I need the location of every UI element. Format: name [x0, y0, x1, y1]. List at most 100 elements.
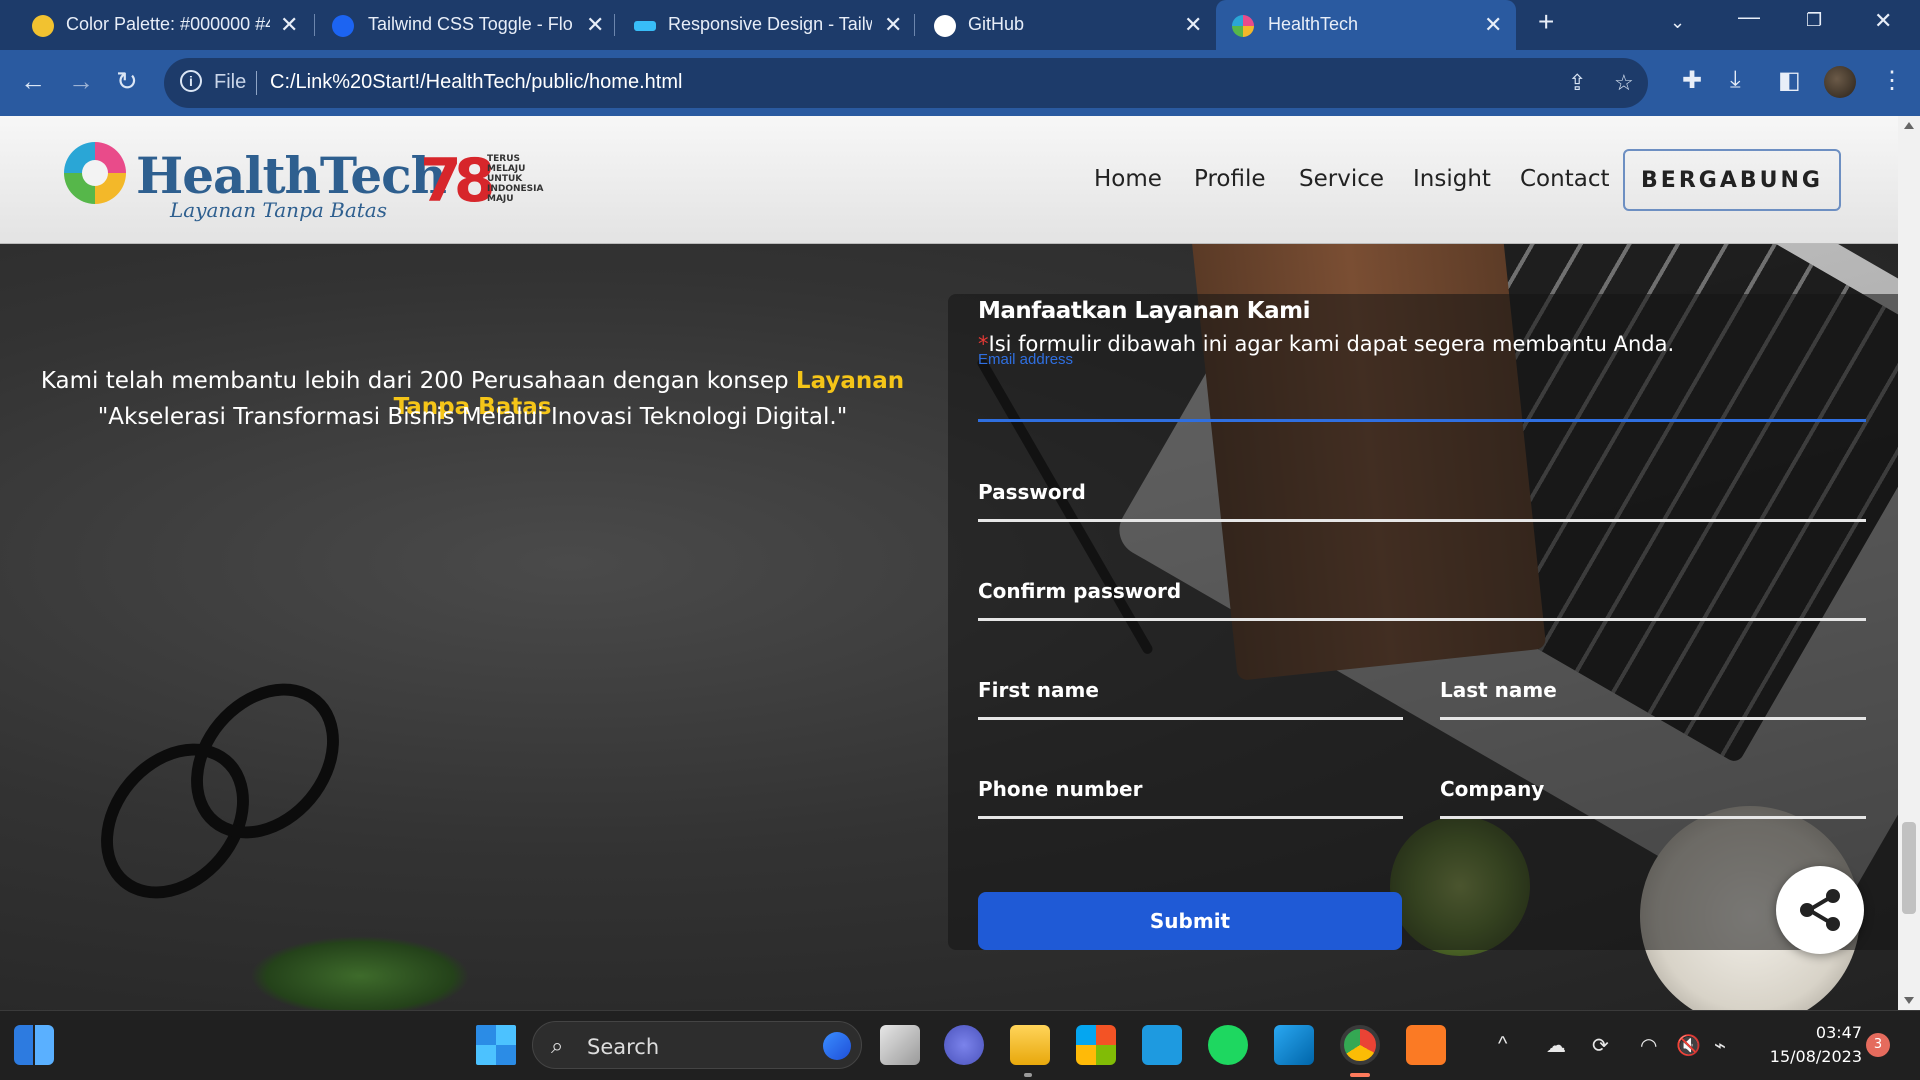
browser-tab-strip: Color Palette: #000000 #4 ✕ Tailwind CSS… — [0, 0, 1920, 50]
tab-divider — [914, 14, 915, 36]
tab-github[interactable]: GitHub ✕ — [918, 0, 1218, 50]
scroll-up-arrow-icon[interactable] — [1904, 122, 1914, 129]
clock-time: 03:47 — [1815, 1023, 1862, 1042]
browser-menu-icon[interactable]: ⋮ — [1880, 66, 1904, 95]
battery-charging-icon[interactable]: ⌁ — [1714, 1033, 1726, 1058]
form-subtitle: *Isi formulir dibawah ini agar kami dapa… — [978, 332, 1674, 356]
healthtech-favicon-icon — [1232, 15, 1254, 37]
tab-title: HealthTech — [1268, 14, 1359, 34]
address-divider — [256, 71, 257, 95]
tab-healthtech[interactable]: HealthTech ✕ — [1216, 0, 1516, 50]
volume-muted-icon[interactable]: 🔇 — [1676, 1033, 1701, 1058]
address-url[interactable]: C:/Link%20Start!/HealthTech/public/home.… — [270, 71, 682, 94]
back-arrow-icon[interactable]: ← — [20, 66, 46, 97]
clock-date: 15/08/2023 — [1769, 1047, 1862, 1066]
xampp-icon[interactable] — [1406, 1025, 1446, 1065]
windows-taskbar: ⌕ Search ^ ☁ ⟳ ◠ 🔇 ⌁ 03:47 15/08/2023 3 — [0, 1010, 1920, 1080]
scroll-down-arrow-icon[interactable] — [1904, 997, 1914, 1004]
close-tab-icon[interactable]: ✕ — [1484, 12, 1502, 38]
nav-link-profile[interactable]: Profile — [1194, 166, 1266, 192]
nav-link-home[interactable]: Home — [1094, 166, 1162, 192]
taskbar-search-box[interactable]: ⌕ Search — [532, 1021, 862, 1069]
file-explorer-icon[interactable] — [1010, 1025, 1050, 1065]
profile-avatar[interactable] — [1824, 66, 1856, 98]
logo-title[interactable]: HealthTech — [136, 146, 447, 205]
tab-title: Color Palette: #000000 #4 — [66, 14, 270, 34]
side-panel-icon[interactable]: ◧ — [1778, 66, 1801, 95]
new-tab-plus-icon[interactable]: + — [1538, 6, 1554, 38]
share-page-icon[interactable]: ⇪ — [1568, 70, 1586, 96]
password-field-label: Password — [978, 480, 1086, 504]
extensions-puzzle-icon[interactable]: ✚ — [1682, 66, 1702, 95]
nav-link-service[interactable]: Service — [1299, 166, 1384, 192]
close-window-icon[interactable]: ✕ — [1874, 8, 1892, 34]
address-bar[interactable]: i File C:/Link%20Start!/HealthTech/publi… — [164, 58, 1648, 108]
microsoft-store-icon[interactable] — [1076, 1025, 1116, 1065]
company-field[interactable] — [1440, 816, 1866, 819]
page-scrollbar[interactable] — [1898, 116, 1920, 1010]
tab-color-palette[interactable]: Color Palette: #000000 #4 ✕ — [0, 0, 310, 50]
confirm-password-field-label: Confirm password — [978, 579, 1182, 603]
color-palette-favicon-icon — [32, 15, 54, 37]
wifi-icon[interactable]: ◠ — [1640, 1033, 1657, 1058]
chrome-icon[interactable] — [1340, 1025, 1380, 1065]
scroll-thumb[interactable] — [1902, 822, 1916, 914]
healthtech-logo-icon[interactable] — [64, 142, 126, 204]
onedrive-cloud-icon[interactable]: ☁ — [1546, 1033, 1566, 1058]
address-scheme-label: File — [214, 71, 247, 93]
taskbar-search-label: Search — [587, 1035, 660, 1059]
minimize-icon[interactable]: — — [1738, 4, 1760, 30]
forward-arrow-icon[interactable]: → — [68, 66, 94, 97]
search-icon: ⌕ — [551, 1033, 564, 1058]
start-windows-icon[interactable] — [476, 1025, 516, 1065]
reload-icon[interactable]: ↻ — [116, 66, 138, 97]
join-button[interactable]: BERGABUNG — [1623, 149, 1841, 211]
tab-divider — [314, 14, 315, 36]
service-form-panel — [948, 294, 1898, 950]
vscode-icon[interactable] — [1274, 1025, 1314, 1065]
nav-link-contact[interactable]: Contact — [1520, 166, 1609, 192]
restore-icon[interactable]: ❐ — [1806, 10, 1822, 31]
system-clock[interactable]: 03:47 15/08/2023 — [1752, 1021, 1862, 1069]
phone-field[interactable] — [978, 816, 1403, 819]
open-app-indicator — [1024, 1073, 1032, 1077]
widgets-icon[interactable] — [14, 1025, 54, 1065]
last-name-field-label: Last name — [1440, 678, 1557, 702]
submit-button[interactable]: Submit — [978, 892, 1402, 950]
bing-icon[interactable] — [823, 1032, 851, 1060]
share-button[interactable] — [1776, 866, 1864, 954]
email-field[interactable] — [978, 419, 1866, 422]
password-field[interactable] — [978, 519, 1866, 522]
sync-icon[interactable]: ⟳ — [1592, 1033, 1609, 1058]
site-info-icon[interactable]: i — [180, 70, 202, 92]
launcher-l-icon[interactable] — [1142, 1025, 1182, 1065]
last-name-field[interactable] — [1440, 717, 1866, 720]
task-view-icon[interactable] — [880, 1025, 920, 1065]
form-title: Manfaatkan Layanan Kami — [978, 298, 1310, 324]
close-tab-icon[interactable]: ✕ — [1184, 12, 1202, 38]
teams-chat-icon[interactable] — [944, 1025, 984, 1065]
email-field-label: Email address — [978, 351, 1074, 368]
download-icon[interactable]: ⤓ — [1730, 66, 1741, 94]
tab-search-chevron-down-icon[interactable]: ⌄ — [1670, 12, 1685, 33]
share-icon — [1800, 889, 1840, 931]
active-app-indicator — [1350, 1073, 1370, 1077]
first-name-field-label: First name — [978, 678, 1099, 702]
first-name-field[interactable] — [978, 717, 1403, 720]
form-subtitle-text: Isi formulir dibawah ini agar kami dapat… — [988, 332, 1675, 356]
tab-title: Tailwind CSS Toggle - Flov — [368, 14, 572, 34]
spotify-icon[interactable] — [1208, 1025, 1248, 1065]
leaves-background-image — [250, 936, 470, 1010]
company-field-label: Company — [1440, 777, 1545, 801]
notification-badge[interactable]: 3 — [1866, 1033, 1890, 1057]
show-hidden-icons-chevron-up-icon[interactable]: ^ — [1498, 1033, 1507, 1056]
tab-tailwind-toggle[interactable]: Tailwind CSS Toggle - Flov ✕ — [318, 0, 618, 50]
confirm-password-field[interactable] — [978, 618, 1866, 621]
bookmark-star-icon[interactable]: ☆ — [1614, 70, 1634, 96]
close-tab-icon[interactable]: ✕ — [884, 12, 902, 38]
tab-responsive-design[interactable]: Responsive Design - Tailw ✕ — [618, 0, 918, 50]
close-tab-icon[interactable]: ✕ — [280, 12, 298, 38]
phone-field-label: Phone number — [978, 777, 1143, 801]
close-tab-icon[interactable]: ✕ — [586, 12, 604, 38]
nav-link-insight[interactable]: Insight — [1413, 166, 1491, 192]
